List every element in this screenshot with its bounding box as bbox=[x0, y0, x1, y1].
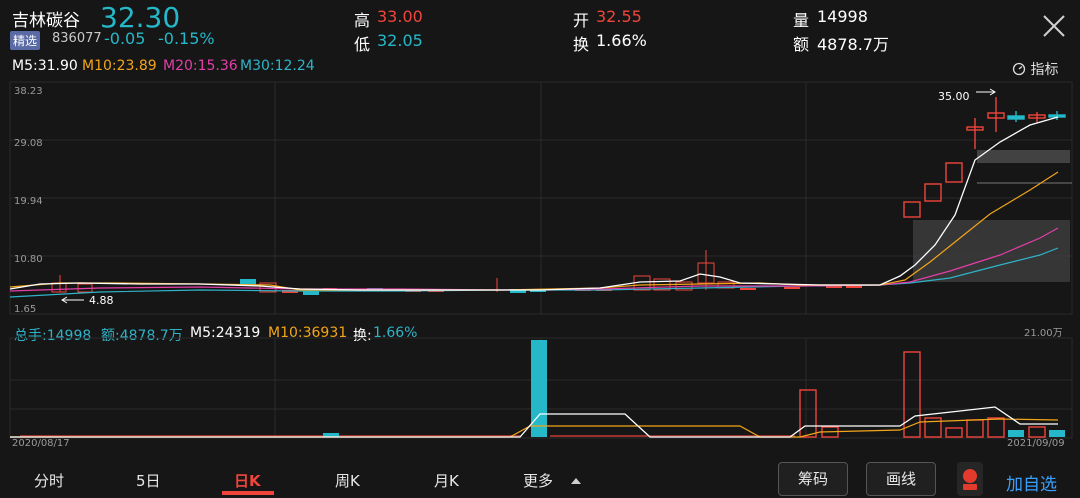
base-candles bbox=[51, 250, 862, 295]
indicator-button[interactable]: 指标 bbox=[1012, 59, 1058, 79]
volume-chart[interactable] bbox=[0, 336, 1080, 440]
close-icon[interactable] bbox=[1040, 12, 1068, 40]
price-axis-label: 1.65 bbox=[14, 304, 36, 315]
tab-5day[interactable]: 5日 bbox=[136, 470, 161, 491]
kline-chart[interactable]: 38.23 29.08 19.94 10.80 1.65 35.00 4.88 bbox=[0, 80, 1080, 320]
tab-monthly-k[interactable]: 月K bbox=[434, 470, 459, 491]
amount-value: 4878.7万 bbox=[817, 35, 889, 54]
volume-bar bbox=[1049, 430, 1065, 437]
candle bbox=[826, 286, 842, 288]
volume-bar bbox=[987, 417, 1005, 438]
price-axis-label: 19.94 bbox=[14, 196, 43, 207]
tab-daily-k[interactable]: 日K bbox=[234, 470, 261, 491]
tab-weekly-k[interactable]: 周K bbox=[335, 470, 360, 491]
volume-bar bbox=[1028, 426, 1046, 438]
stock-name: 吉林碳谷 bbox=[12, 11, 80, 31]
volume-bar bbox=[903, 351, 921, 438]
open-value: 32.55 bbox=[596, 7, 642, 26]
candle bbox=[903, 201, 921, 218]
volume-label: 量 bbox=[793, 11, 810, 30]
favorite-seal-icon[interactable] bbox=[954, 462, 986, 496]
active-tab-indicator bbox=[222, 491, 274, 495]
price-change: -0.05 bbox=[104, 29, 146, 48]
price-axis-label: 10.80 bbox=[14, 254, 43, 265]
ma5-line bbox=[9, 116, 1059, 291]
price-band-lower bbox=[913, 220, 1070, 282]
candle bbox=[740, 288, 756, 290]
turnover-value: 1.66% bbox=[596, 31, 647, 50]
low-value: 32.05 bbox=[377, 31, 423, 50]
volume-bars bbox=[20, 340, 1065, 438]
max-arrow-icon bbox=[976, 88, 996, 96]
candle bbox=[1007, 115, 1025, 120]
volume-bar bbox=[966, 419, 984, 438]
max-price-label: 35.00 bbox=[938, 90, 970, 103]
volume-bar bbox=[945, 427, 963, 438]
add-favorite-button[interactable]: 加自选 bbox=[1006, 470, 1057, 495]
candle bbox=[784, 287, 800, 289]
chips-button[interactable]: 筹码 bbox=[778, 462, 848, 496]
candle bbox=[846, 286, 862, 288]
price-change-pct: -0.15% bbox=[158, 29, 215, 48]
start-date: 2020/08/17 bbox=[12, 438, 70, 449]
open-label: 开 bbox=[573, 11, 590, 30]
volume-bar bbox=[799, 389, 817, 438]
high-label: 高 bbox=[354, 11, 371, 30]
volume-value: 14998 bbox=[817, 7, 868, 26]
candle bbox=[51, 282, 67, 293]
ma20-line bbox=[9, 227, 1059, 292]
min-arrow-icon bbox=[61, 296, 84, 304]
featured-badge: 精选 bbox=[10, 31, 41, 50]
tab-intraday[interactable]: 分时 bbox=[34, 470, 64, 491]
tab-more[interactable]: 更多 bbox=[523, 470, 582, 491]
ma5-value: M5:31.90 bbox=[12, 58, 78, 74]
low-label: 低 bbox=[354, 35, 371, 54]
stock-header: 吉林碳谷 32.30 精选 836077 -0.05 -0.15% 高 33.0… bbox=[0, 0, 1080, 56]
price-axis-label: 29.08 bbox=[14, 138, 43, 149]
price-band-upper bbox=[977, 150, 1070, 163]
amount-label: 额 bbox=[793, 35, 810, 54]
price-axis-label: 38.23 bbox=[14, 86, 43, 97]
volume-bar bbox=[1008, 430, 1024, 437]
candle bbox=[945, 162, 963, 183]
ma10-value: M10:23.89 bbox=[82, 58, 157, 74]
gauge-icon bbox=[1012, 62, 1026, 76]
min-price-label: 4.88 bbox=[89, 294, 114, 307]
ma10-line bbox=[9, 171, 1059, 291]
draw-line-button[interactable]: 画线 bbox=[866, 462, 936, 496]
high-value: 33.00 bbox=[377, 7, 423, 26]
end-date: 2021/09/09 bbox=[1007, 438, 1065, 449]
price-grid bbox=[9, 81, 1073, 315]
tab-more-label: 更多 bbox=[523, 472, 554, 490]
stock-code: 836077 bbox=[52, 31, 102, 46]
ma20-value: M20:15.36 bbox=[163, 58, 238, 74]
indicator-label: 指标 bbox=[1030, 62, 1059, 78]
ma30-value: M30:12.24 bbox=[240, 58, 315, 74]
caret-up-icon bbox=[570, 478, 581, 484]
turnover-label: 换 bbox=[573, 35, 590, 54]
